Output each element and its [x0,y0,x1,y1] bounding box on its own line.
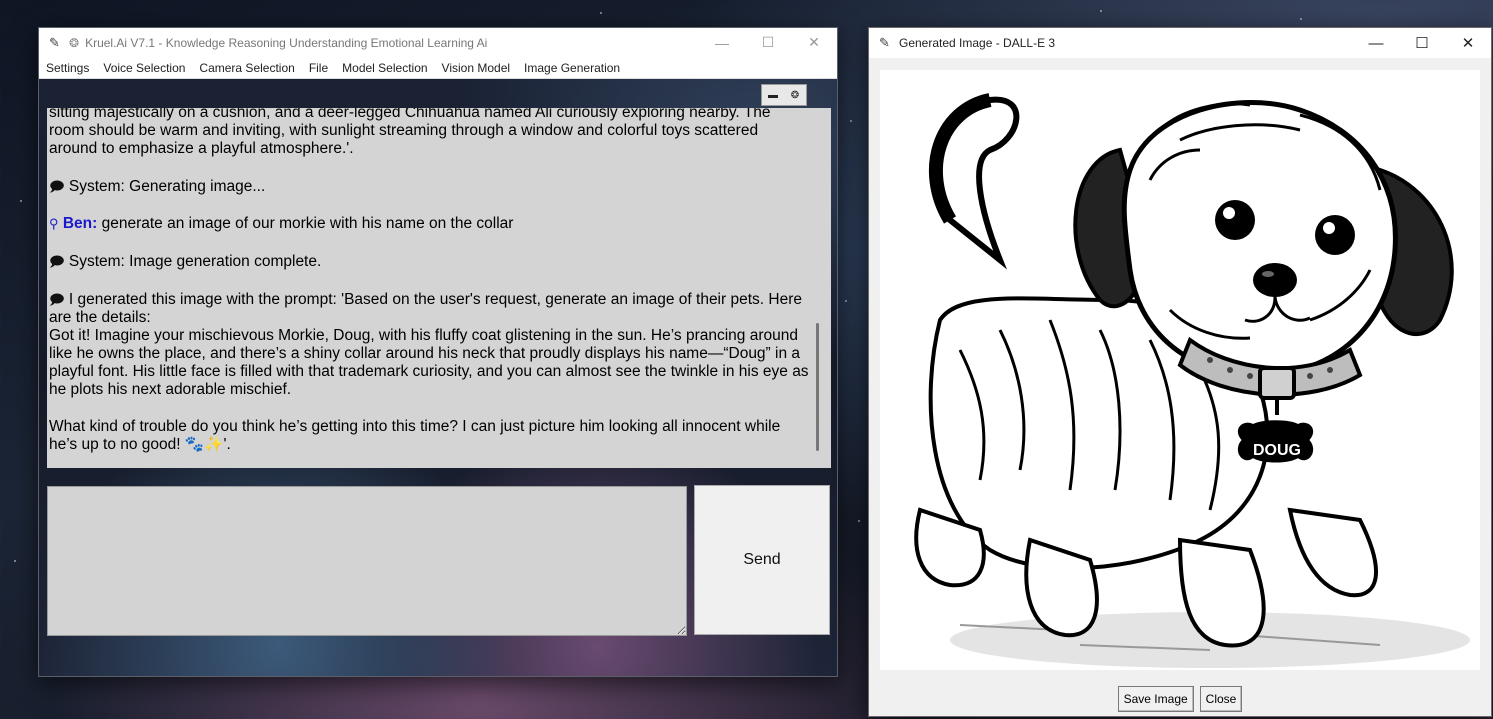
maximize-button[interactable]: ☐ [745,28,791,57]
menu-settings[interactable]: Settings [46,61,89,75]
assistant-message: 🗩 I generated this image with the prompt… [49,291,802,326]
system-message: 🗩 System: Image generation complete. [49,253,322,270]
user-message: ⚲ Ben: generate an image of our morkie w… [49,215,514,232]
toolbar-icons: ▬ ❂ [761,84,807,106]
image-window: ✎ Generated Image - DALL-E 3 — ☐ ✕ DOUG … [868,27,1492,717]
assistant-message-body: Got it! Imagine your mischievous Morkie,… [49,327,809,398]
generated-image: DOUG [880,70,1480,670]
chat-panel: ▬ ❂ sitting majestically on a cushion, a… [39,79,837,676]
chat-message-partial: sitting majestically on a cushion, and a… [49,108,771,157]
message-input[interactable] [47,486,687,636]
scroll-thumb[interactable] [816,323,819,451]
close-image-button[interactable]: Close [1199,686,1243,712]
collar-tag-text: DOUG [1253,442,1301,459]
feather-icon: ✎ [879,35,890,50]
image-actions: Save Image Close [869,686,1491,712]
user-icon: ⚲ [49,216,59,231]
close-button[interactable]: ✕ [791,28,837,57]
image-window-title: Generated Image - DALL-E 3 [899,36,1056,50]
menu-model-selection[interactable]: Model Selection [342,61,427,75]
speech-bubble-icon: 🗩 [49,291,65,307]
window-title: Kruel.Ai V7.1 - Knowledge Reasoning Unde… [85,35,488,50]
system-message: 🗩 System: Generating image... [49,178,266,195]
image-titlebar[interactable]: ✎ Generated Image - DALL-E 3 — ☐ ✕ [869,28,1491,58]
menu-camera-selection[interactable]: Camera Selection [199,61,294,75]
close-button[interactable]: ✕ [1445,28,1491,58]
assistant-message-outro: What kind of trouble do you think he’s g… [49,418,781,453]
chat-scrollbar[interactable] [811,108,825,468]
brain-icon[interactable]: ❂ [784,85,806,105]
minimize-button[interactable]: — [699,28,745,57]
save-image-button[interactable]: Save Image [1117,686,1194,712]
menu-voice-selection[interactable]: Voice Selection [103,61,185,75]
chat-log[interactable]: sitting majestically on a cushion, and a… [47,108,831,468]
minimize-button[interactable]: — [1353,28,1399,58]
menu-vision-model[interactable]: Vision Model [442,61,510,75]
speech-bubble-icon: 🗩 [49,253,65,269]
menu-file[interactable]: File [309,61,328,75]
main-window: ✎ ❂ Kruel.Ai V7.1 - Knowledge Reasoning … [38,27,838,677]
send-button[interactable]: Send [694,485,830,635]
menu-image-generation[interactable]: Image Generation [524,61,620,75]
main-titlebar[interactable]: ✎ ❂ Kruel.Ai V7.1 - Knowledge Reasoning … [39,28,837,57]
menubar: Settings Voice Selection Camera Selectio… [39,57,837,79]
feather-icon: ✎ [49,34,60,50]
user-name: Ben: [62,215,98,232]
camera-icon[interactable]: ▬ [762,85,784,105]
brain-app-icon: ❂ [69,35,80,50]
maximize-button[interactable]: ☐ [1399,28,1445,58]
dog-illustration: DOUG [914,93,1470,668]
speech-bubble-icon: 🗩 [49,178,65,194]
